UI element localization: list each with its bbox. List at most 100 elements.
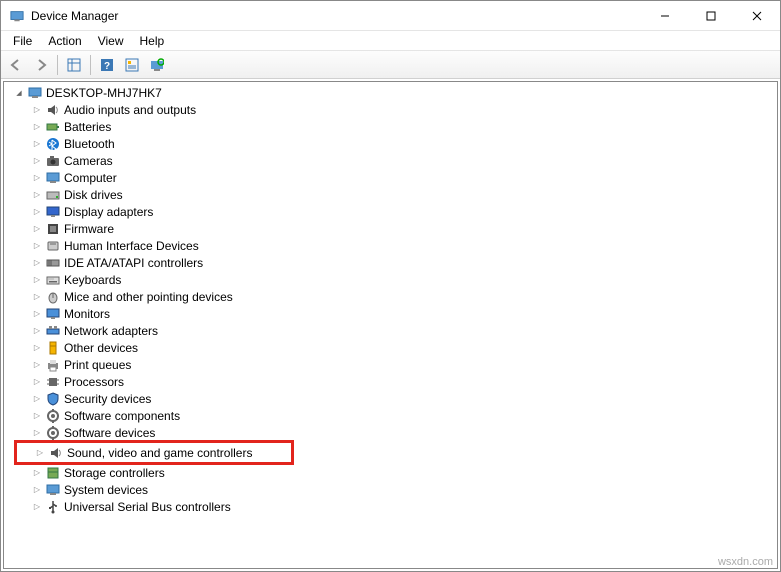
svg-text:?: ? <box>104 61 110 72</box>
toolbar-separator <box>90 55 91 75</box>
tree-item[interactable]: Software devices <box>4 424 777 441</box>
close-button[interactable] <box>734 1 780 30</box>
collapse-icon[interactable] <box>12 86 26 100</box>
tree-item[interactable]: Disk drives <box>4 186 777 203</box>
tree-item-label: Print queues <box>64 358 131 372</box>
expand-icon[interactable] <box>30 409 44 423</box>
expand-icon[interactable] <box>33 446 47 460</box>
root-label: DESKTOP-MHJ7HK7 <box>46 86 162 100</box>
properties-button[interactable] <box>121 54 143 76</box>
disk-icon <box>45 187 61 203</box>
expand-icon[interactable] <box>30 120 44 134</box>
tree-item[interactable]: Audio inputs and outputs <box>4 101 777 118</box>
mouse-icon <box>45 289 61 305</box>
usb-icon <box>45 499 61 515</box>
expand-icon[interactable] <box>30 358 44 372</box>
menu-help[interactable]: Help <box>132 32 173 50</box>
display-icon <box>45 204 61 220</box>
expand-icon[interactable] <box>30 103 44 117</box>
tree-item[interactable]: Cameras <box>4 152 777 169</box>
menu-action[interactable]: Action <box>40 32 89 50</box>
expand-icon[interactable] <box>30 273 44 287</box>
tree-item-label: Processors <box>64 375 124 389</box>
tree-item[interactable]: Mice and other pointing devices <box>4 288 777 305</box>
expand-icon[interactable] <box>30 375 44 389</box>
scan-hardware-button[interactable] <box>146 54 168 76</box>
tree-item[interactable]: Batteries <box>4 118 777 135</box>
expand-icon[interactable] <box>30 205 44 219</box>
tree-item[interactable]: Print queues <box>4 356 777 373</box>
tree-item[interactable]: Human Interface Devices <box>4 237 777 254</box>
tree-item-label: Display adapters <box>64 205 153 219</box>
app-icon <box>9 8 25 24</box>
system-icon <box>45 482 61 498</box>
watermark: wsxdn.com <box>718 556 773 568</box>
tree-item[interactable]: Network adapters <box>4 322 777 339</box>
menu-file[interactable]: File <box>5 32 40 50</box>
tree-item[interactable]: Bluetooth <box>4 135 777 152</box>
back-button[interactable] <box>5 54 27 76</box>
device-tree[interactable]: DESKTOP-MHJ7HK7 Audio inputs and outputs… <box>3 81 778 569</box>
device-manager-window: Device Manager File Action View Help ? D <box>0 0 781 572</box>
tree-item-label: Cameras <box>64 154 113 168</box>
speaker-icon <box>45 102 61 118</box>
expand-icon[interactable] <box>30 137 44 151</box>
tree-item-label: Mice and other pointing devices <box>64 290 233 304</box>
tree-item[interactable]: System devices <box>4 481 777 498</box>
monitor-icon <box>45 306 61 322</box>
tree-item[interactable]: Sound, video and game controllers <box>17 444 291 461</box>
network-icon <box>45 323 61 339</box>
tree-item[interactable]: Security devices <box>4 390 777 407</box>
bluetooth-icon <box>45 136 61 152</box>
tree-item-label: Sound, video and game controllers <box>67 446 252 460</box>
tree-item-label: Software devices <box>64 426 155 440</box>
tree-item-label: Disk drives <box>64 188 123 202</box>
expand-icon[interactable] <box>30 171 44 185</box>
forward-button[interactable] <box>30 54 52 76</box>
ide-icon <box>45 255 61 271</box>
highlighted-item: Sound, video and game controllers <box>14 440 294 465</box>
tree-item[interactable]: Storage controllers <box>4 464 777 481</box>
tree-item[interactable]: Display adapters <box>4 203 777 220</box>
titlebar: Device Manager <box>1 1 780 31</box>
tree-item[interactable]: Universal Serial Bus controllers <box>4 498 777 515</box>
expand-icon[interactable] <box>30 483 44 497</box>
tree-root[interactable]: DESKTOP-MHJ7HK7 <box>4 84 777 101</box>
tree-item[interactable]: Software components <box>4 407 777 424</box>
tree-item-label: IDE ATA/ATAPI controllers <box>64 256 203 270</box>
menu-view[interactable]: View <box>90 32 132 50</box>
expand-icon[interactable] <box>30 256 44 270</box>
software-icon <box>45 408 61 424</box>
tree-item-label: Universal Serial Bus controllers <box>64 500 231 514</box>
keyboard-icon <box>45 272 61 288</box>
tree-item-label: Batteries <box>64 120 111 134</box>
expand-icon[interactable] <box>30 239 44 253</box>
expand-icon[interactable] <box>30 307 44 321</box>
tree-item[interactable]: Other devices <box>4 339 777 356</box>
expand-icon[interactable] <box>30 392 44 406</box>
tree-item[interactable]: Keyboards <box>4 271 777 288</box>
tree-item[interactable]: Computer <box>4 169 777 186</box>
tree-item-label: Storage controllers <box>64 466 165 480</box>
expand-icon[interactable] <box>30 500 44 514</box>
expand-icon[interactable] <box>30 290 44 304</box>
storage-icon <box>45 465 61 481</box>
maximize-button[interactable] <box>688 1 734 30</box>
expand-icon[interactable] <box>30 466 44 480</box>
expand-icon[interactable] <box>30 188 44 202</box>
expand-icon[interactable] <box>30 426 44 440</box>
expand-icon[interactable] <box>30 324 44 338</box>
expand-icon[interactable] <box>30 341 44 355</box>
minimize-button[interactable] <box>642 1 688 30</box>
printer-icon <box>45 357 61 373</box>
tree-item[interactable]: Processors <box>4 373 777 390</box>
tree-item[interactable]: IDE ATA/ATAPI controllers <box>4 254 777 271</box>
tree-item-label: Firmware <box>64 222 114 236</box>
tree-item[interactable]: Firmware <box>4 220 777 237</box>
computer-icon <box>27 85 43 101</box>
show-hide-tree-button[interactable] <box>63 54 85 76</box>
help-button[interactable]: ? <box>96 54 118 76</box>
expand-icon[interactable] <box>30 154 44 168</box>
tree-item[interactable]: Monitors <box>4 305 777 322</box>
expand-icon[interactable] <box>30 222 44 236</box>
